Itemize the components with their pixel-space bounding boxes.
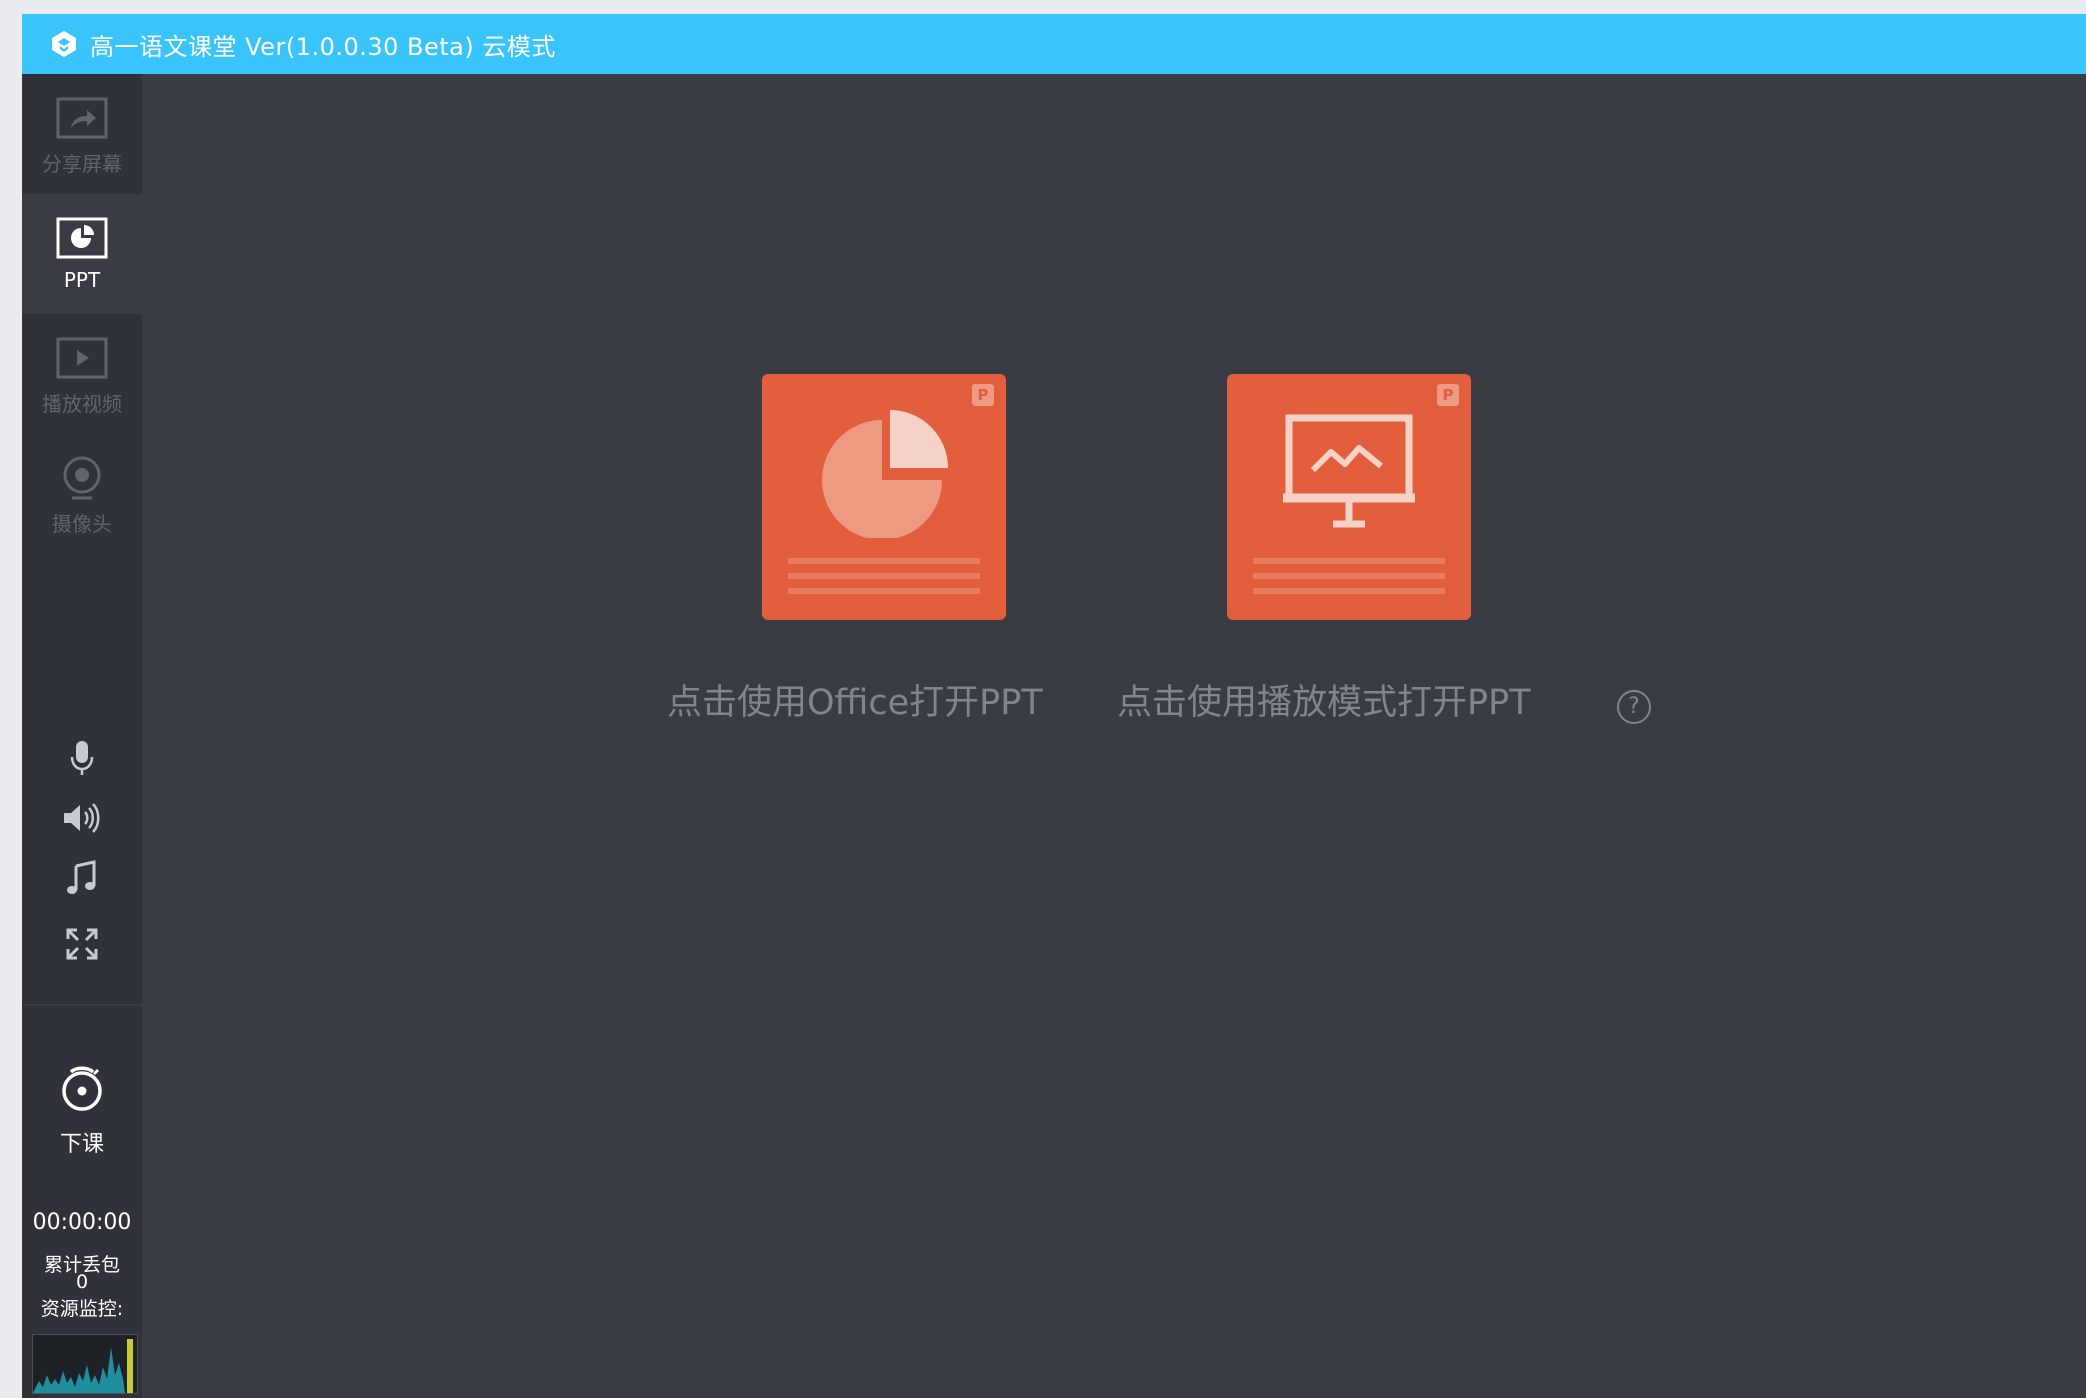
ppt-badge: P <box>972 384 994 406</box>
window-title: 高一语文课堂 Ver(1.0.0.30 Beta) 云模式 <box>90 32 556 61</box>
app-logo-icon <box>48 28 80 60</box>
pie-chart-icon <box>822 410 948 538</box>
ppt-badge: P <box>1437 384 1459 406</box>
sidebar-item-play-video[interactable]: 播放视频 <box>22 314 142 434</box>
play-video-icon <box>56 334 108 382</box>
card-text-lines <box>788 558 980 603</box>
open-play-mode-caption[interactable]: 点击使用播放模式打开PPT <box>1117 674 1531 725</box>
card-text-lines <box>1253 558 1445 603</box>
ppt-icon <box>56 214 108 262</box>
resource-monitor-label: 资源监控: <box>40 1298 124 1320</box>
sidebar-item-label: 播放视频 <box>42 392 122 416</box>
microphone-icon[interactable] <box>62 738 102 778</box>
speaker-icon[interactable] <box>62 798 102 838</box>
end-class-label: 下课 <box>59 1132 104 1157</box>
sidebar-item-share-screen[interactable]: 分享屏幕 <box>22 74 142 194</box>
music-icon[interactable] <box>62 858 102 898</box>
sidebar-item-label: 分享屏幕 <box>42 152 122 176</box>
class-timer: 00:00:00 <box>32 1210 132 1235</box>
sidebar: 分享屏幕 PPT 播放视频 摄像头 下课 00:00:00 累计丢包 0 资源监… <box>22 74 142 1398</box>
divider <box>22 1004 142 1006</box>
presentation-board-icon <box>1283 414 1415 528</box>
packet-loss-value: 0 <box>75 1271 89 1293</box>
sidebar-item-label: 摄像头 <box>52 512 112 536</box>
share-screen-icon <box>56 94 108 142</box>
camera-icon <box>60 454 104 502</box>
open-play-mode-card[interactable]: P <box>1227 374 1471 620</box>
sidebar-item-ppt[interactable]: PPT <box>22 194 142 314</box>
main-content: P P 点击使用Office打开PPT 点击使用播放模式打开PPT ? <box>142 74 2086 1398</box>
sidebar-item-label: PPT <box>63 268 101 292</box>
end-class-button[interactable]: 下课 <box>22 1044 142 1164</box>
open-with-office-caption[interactable]: 点击使用Office打开PPT <box>667 674 1043 725</box>
help-icon[interactable]: ? <box>1617 690 1651 724</box>
alarm-clock-icon <box>58 1064 106 1118</box>
open-with-office-card[interactable]: P <box>762 374 1006 620</box>
resource-monitor-graph <box>32 1334 138 1394</box>
title-bar: 高一语文课堂 Ver(1.0.0.30 Beta) 云模式 <box>22 14 2086 74</box>
fullscreen-icon[interactable] <box>62 924 102 964</box>
sidebar-item-camera[interactable]: 摄像头 <box>22 434 142 554</box>
app-window: 高一语文课堂 Ver(1.0.0.30 Beta) 云模式 分享屏幕 PPT 播… <box>22 14 2086 1398</box>
